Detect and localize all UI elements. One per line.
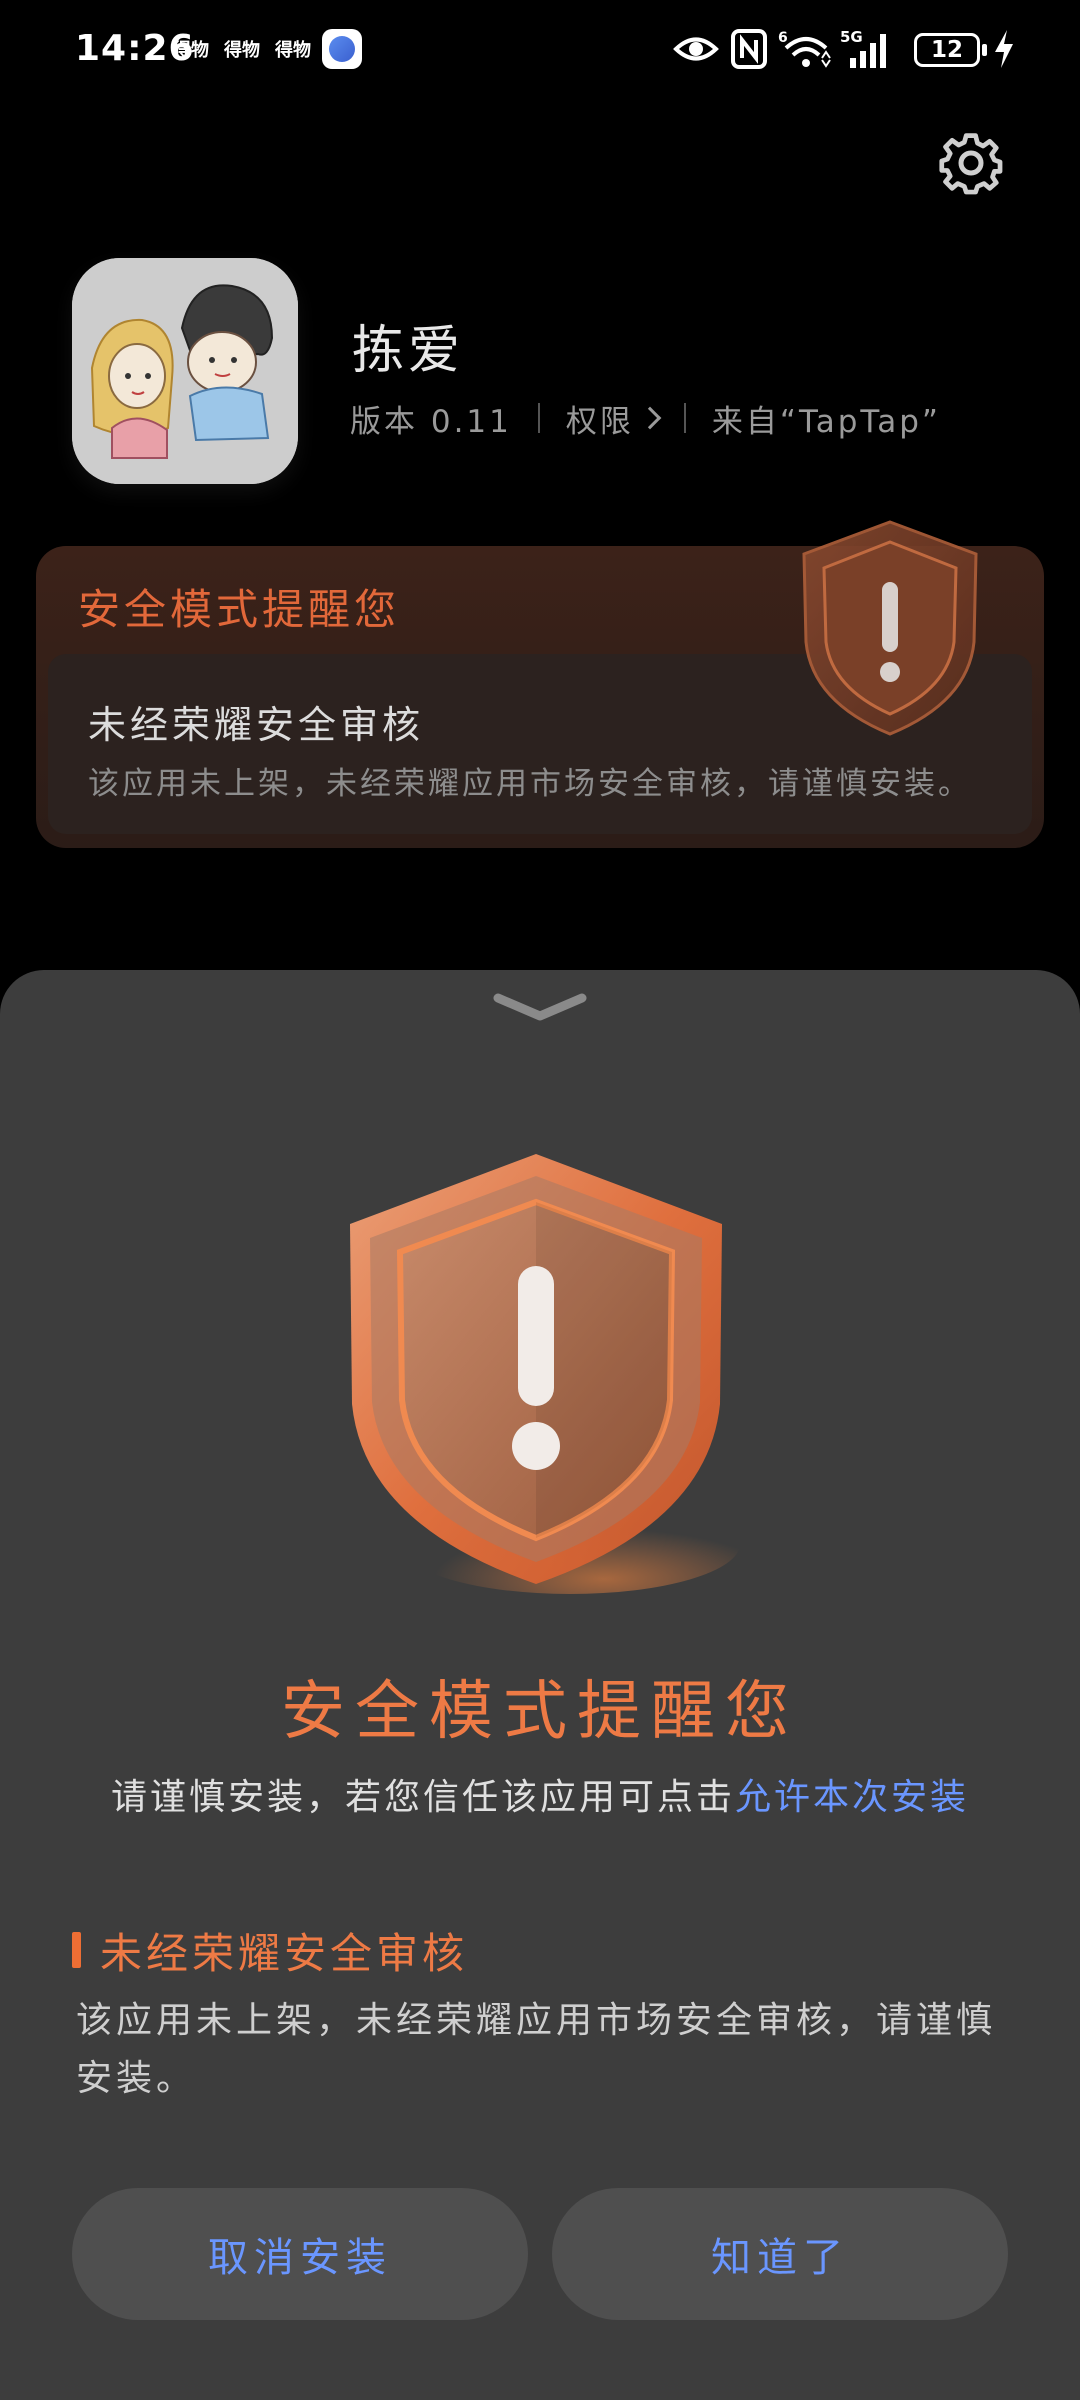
allow-install-link[interactable]: 允许本次安装	[735, 1777, 969, 1818]
app-meta-row: 版本 0.11 权限 来自“TapTap”	[350, 396, 941, 440]
battery-icon: 12	[914, 33, 980, 67]
settings-gear-icon[interactable]	[938, 130, 1004, 196]
battery-level: 12	[930, 37, 963, 63]
app-install-screen: 14:26 得物 得物 得物 6 5G 12 拣爱 版本 0.11 权限 来自“…	[0, 0, 1080, 2400]
app-version: 版本 0.11	[350, 403, 512, 440]
safety-card-detail-title: 未经荣耀安全审核	[88, 703, 425, 747]
permissions-link[interactable]: 权限	[565, 396, 662, 441]
sheet-subtitle: 请谨慎安装，若您信任该应用可点击允许本次安装	[0, 1768, 1080, 1820]
app-icon-illustration	[72, 258, 298, 484]
sheet-subtitle-text: 请谨慎安装，若您信任该应用可点击	[110, 1777, 735, 1818]
chevron-right-icon	[638, 406, 662, 430]
notification-app-icon	[322, 29, 362, 69]
section-description: 该应用未上架，未经荣耀应用市场安全审核，请谨慎安装。	[76, 2000, 997, 2099]
meta-divider	[683, 403, 686, 433]
shield-warning-icon	[350, 1154, 740, 1594]
app-icon	[72, 258, 298, 484]
eye-icon	[673, 37, 719, 61]
acknowledge-button[interactable]: 知道了	[552, 2188, 1008, 2320]
notification-dewu-icon: 得物	[224, 40, 260, 61]
permissions-label: 权限	[565, 403, 634, 440]
svg-text:6: 6	[778, 30, 788, 46]
wifi-icon: 6	[778, 30, 831, 68]
notification-dewu-icon: 得物	[275, 40, 311, 61]
nfc-icon	[731, 29, 767, 69]
status-bar: 14:26 得物 得物 得物 6 5G 12	[0, 0, 1080, 100]
safety-card-detail-desc: 该应用未上架，未经荣耀应用市场安全审核，请谨慎安装。	[88, 766, 972, 802]
sheet-title: 安全模式提醒您	[281, 1675, 799, 1749]
notification-dewu-icon: 得物	[173, 40, 209, 61]
meta-divider	[537, 403, 540, 433]
safety-bottom-sheet: 安全模式提醒您 请谨慎安装，若您信任该应用可点击允许本次安装 未经荣耀安全审核 …	[0, 970, 1080, 2400]
signal-icon: 5G	[840, 28, 886, 68]
svg-text:5G: 5G	[840, 28, 863, 46]
app-name: 拣爱	[352, 321, 465, 381]
section-title: 未经荣耀安全审核	[100, 1929, 469, 1978]
cancel-install-button[interactable]: 取消安装	[72, 2188, 528, 2320]
shield-warning-icon	[802, 520, 978, 736]
section-accent-bar	[72, 1932, 81, 1968]
charging-icon	[995, 30, 1013, 68]
app-source: 来自“TapTap”	[711, 403, 941, 440]
battery-cap	[982, 44, 987, 56]
chevron-down-icon[interactable]	[492, 990, 588, 1024]
safety-card-title: 安全模式提醒您	[78, 585, 401, 634]
